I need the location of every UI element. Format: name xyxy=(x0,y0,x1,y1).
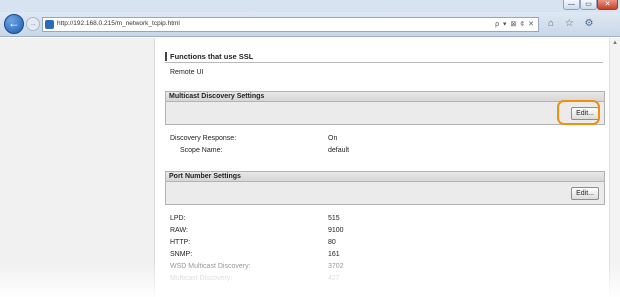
window-titlebar: — ▭ ✕ xyxy=(0,0,620,12)
left-navigation-pane xyxy=(0,38,155,297)
multicast-discovery-toolbar: Edit... xyxy=(165,102,605,125)
close-window-button[interactable]: ✕ xyxy=(597,0,618,10)
ssl-functions-heading: Functions that use SSL xyxy=(165,52,253,61)
address-tools-icons[interactable]: ρ ▾ ⊠ ¢ ✕ xyxy=(495,20,535,28)
port-number-header: Port Number Settings xyxy=(165,171,605,182)
vertical-scrollbar[interactable]: ▲ xyxy=(609,38,620,297)
setting-value: 515 xyxy=(328,215,340,222)
scroll-up-icon[interactable]: ▲ xyxy=(612,40,618,46)
setting-value: 427 xyxy=(328,275,340,282)
edit-button-highlight xyxy=(557,100,600,125)
setting-label: Scope Name: xyxy=(180,147,223,154)
page-viewport: Functions that use SSL Remote UI Multica… xyxy=(0,38,620,297)
browser-navbar: ← → http://192.168.0.215/m_network_tcpip… xyxy=(0,12,620,37)
ssl-heading-divider xyxy=(165,62,603,63)
address-bar[interactable]: http://192.168.0.215/m_network_tcpip.htm… xyxy=(42,17,539,32)
ssl-function-item: Remote UI xyxy=(170,69,204,76)
setting-value: On xyxy=(328,135,338,142)
setting-value: 80 xyxy=(328,239,336,246)
url-text: http://192.168.0.215/m_network_tcpip.htm… xyxy=(57,20,180,27)
setting-value: 161 xyxy=(328,251,340,258)
setting-value: 9100 xyxy=(328,227,344,234)
setting-value: default xyxy=(328,147,350,154)
port-number-toolbar: Edit... xyxy=(165,182,605,205)
setting-label: HTTP: xyxy=(170,239,191,246)
setting-label: WSD Multicast Discovery: xyxy=(170,263,251,270)
site-favicon-icon xyxy=(45,20,54,29)
setting-label: Multicast Discovery: xyxy=(170,275,233,282)
port-edit-button[interactable]: Edit... xyxy=(571,187,599,200)
setting-label: Discovery Response: xyxy=(170,135,237,142)
maximize-button[interactable]: ▭ xyxy=(580,0,597,10)
setting-label: LPD: xyxy=(170,215,186,222)
minimize-button[interactable]: — xyxy=(563,0,580,10)
setting-label: SNMP: xyxy=(170,251,193,258)
setting-label: RAW: xyxy=(170,227,188,234)
browser-toolbar-icons[interactable]: ⌂ ☆ ⚙ xyxy=(548,18,598,29)
forward-button[interactable]: → xyxy=(26,17,40,31)
back-button[interactable]: ← xyxy=(4,14,24,34)
setting-value: 3702 xyxy=(328,263,344,270)
main-content: Functions that use SSL Remote UI Multica… xyxy=(160,38,610,297)
multicast-discovery-header: Multicast Discovery Settings xyxy=(165,91,605,102)
